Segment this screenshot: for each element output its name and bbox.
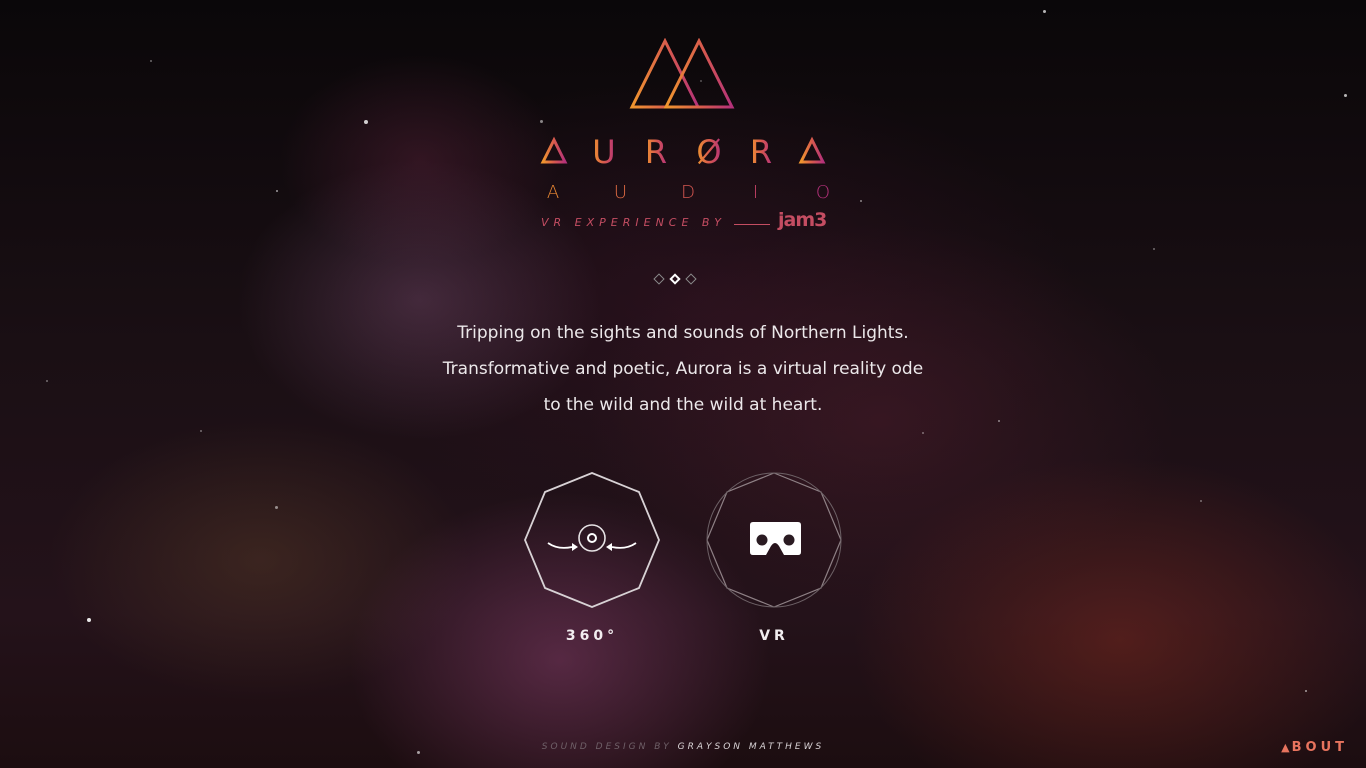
slide-pager [653,271,715,287]
audio-letter: A [546,182,560,203]
jam3-logo[interactable]: jam3 [778,209,827,231]
tagline-divider [734,224,770,225]
about-label: BOUT [1291,740,1348,755]
pager-dot-active[interactable] [669,273,681,285]
mode-360-button[interactable] [522,470,662,610]
octagon-frame-icon [706,472,842,608]
360-rotate-icon [547,542,637,551]
audio-letter: U [613,182,628,203]
credit-prefix: SOUND DESIGN BY [541,742,672,752]
mode-vr-button[interactable] [704,470,844,610]
aurora-logo-mark-icon [629,38,735,109]
sound-design-credit: SOUND DESIGN BY GRAYSON MATTHEWS [383,742,983,752]
wordmark-letter: R [645,133,667,171]
wordmark-letter-a-triangle-icon [798,136,826,164]
vr-headset-icon [750,522,801,555]
audio-letter: I [752,182,759,203]
wordmark-letter: R [750,133,772,171]
tagline: VR EXPERIENCE BY [541,216,726,229]
wordmark-letter-a-triangle-icon [540,136,568,164]
description-line: Tripping on the sights and sounds of Nor… [457,323,909,343]
about-link[interactable]: ▲BOUT [1281,740,1348,758]
audio-letter: D [681,182,695,203]
audio-subtitle: A U D I O [543,182,833,206]
pager-dot[interactable] [653,273,665,285]
credit-name[interactable]: GRAYSON MATTHEWS [678,742,825,752]
pager-dot[interactable] [685,273,697,285]
description-line: to the wild and the wild at heart. [543,395,823,415]
octagon-frame-icon [524,472,660,608]
aurora-wordmark: U R Ø R [540,133,826,171]
description-line: Transformative and poetic, Aurora is a v… [442,359,924,379]
mode-vr-label[interactable]: VR [704,628,844,644]
mode-360-label[interactable]: 360° [522,628,662,644]
about-triangle-icon: ▲ [1281,741,1292,754]
wordmark-letter: Ø [696,133,721,171]
description: Tripping on the sights and sounds of Nor… [383,315,983,423]
wordmark-letter: U [592,133,615,171]
audio-letter: O [815,182,831,203]
